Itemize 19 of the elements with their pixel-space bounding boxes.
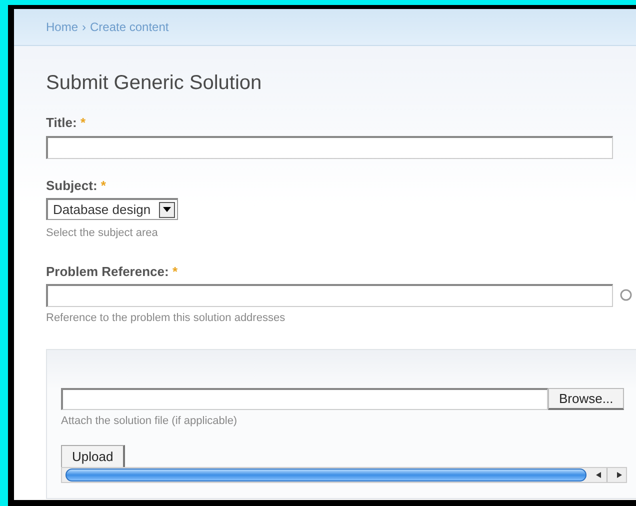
title-input[interactable] xyxy=(46,136,613,158)
help-text: Reference to the problem this solution addresses xyxy=(46,311,286,326)
browse-button[interactable]: Browse... xyxy=(548,388,624,410)
throbber-icon xyxy=(620,289,632,301)
subject-select[interactable]: Database design xyxy=(46,198,178,220)
upload-button[interactable]: Upload xyxy=(61,445,126,467)
page-title: Submit Generic Solution xyxy=(46,71,263,95)
select-value: Database design xyxy=(53,201,151,219)
help-text: Attach the solution file (if applicable) xyxy=(61,414,238,428)
field-label: Subject: * xyxy=(46,176,107,195)
required-mark: * xyxy=(172,264,178,278)
field-label: Title: * xyxy=(46,114,86,132)
required-mark: * xyxy=(100,178,106,192)
required-mark: * xyxy=(80,115,86,130)
help-text: Select the subject area xyxy=(46,226,159,241)
file-path-input[interactable] xyxy=(61,388,548,410)
breadcrumb-separator: › xyxy=(82,20,86,34)
field-label: Problem Reference: * xyxy=(46,262,178,280)
problem-reference-input[interactable] xyxy=(46,284,613,307)
